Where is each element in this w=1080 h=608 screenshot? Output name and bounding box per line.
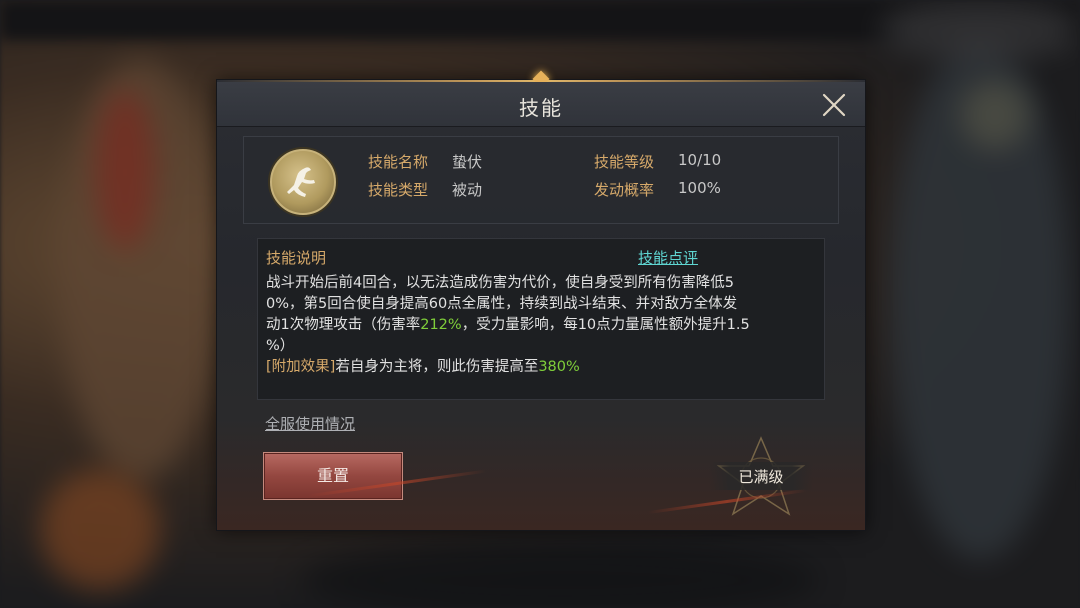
- skill-review-link[interactable]: 技能点评: [638, 247, 698, 268]
- server-usage-link[interactable]: 全服使用情况: [265, 413, 355, 434]
- close-icon[interactable]: [821, 92, 847, 118]
- skill-info-card: 技能名称 蛰伏 技能类型 被动 技能等级 10/10 发动概率 100%: [243, 136, 839, 224]
- skill-type-label: 技能类型: [368, 181, 429, 199]
- description-text-span: 动1次物理攻击（伤害率: [266, 317, 421, 333]
- trigger-chance-label: 发动概率: [594, 181, 655, 199]
- description-text-span: ，受力量影响，每10点力量属性额外提升1.5: [461, 317, 750, 333]
- extra-effect-text: 若自身为主将，则此伤害提高至: [335, 359, 539, 375]
- extra-effect-line: [附加效果]若自身为主将，则此伤害提高至380%: [266, 357, 818, 378]
- description-line: %）: [266, 338, 295, 354]
- description-line: 战斗开始后前4回合，以无法造成伤害为代价，使自身受到所有伤害降低5: [266, 275, 734, 291]
- dialog-header: 技能: [217, 82, 865, 127]
- max-level-badge: 已满级: [709, 436, 813, 516]
- description-title: 技能说明: [266, 249, 327, 267]
- skill-name-label: 技能名称: [368, 153, 429, 171]
- trigger-chance-value: 100%: [678, 179, 721, 197]
- extra-damage-value: 380%: [538, 359, 580, 375]
- crouching-figure-icon: [270, 149, 336, 215]
- skill-description-box: 技能说明 技能点评 战斗开始后前4回合，以无法造成伤害为代价，使自身受到所有伤害…: [257, 238, 825, 400]
- skill-type-value: 被动: [452, 181, 483, 199]
- skill-level-label: 技能等级: [594, 153, 655, 171]
- extra-effect-tag: [附加效果]: [266, 359, 336, 375]
- dialog-title: 技能: [519, 96, 563, 120]
- skill-name-value: 蛰伏: [452, 153, 483, 171]
- description-line: 动1次物理攻击（伤害率212%，受力量影响，每10点力量属性额外提升1.5: [266, 315, 818, 336]
- damage-rate-value: 212%: [420, 317, 462, 333]
- description-line: 0%，第5回合使自身提高60点全属性，持续到战斗结束、并对敌方全体发: [266, 296, 738, 312]
- max-level-label: 已满级: [738, 468, 784, 486]
- skill-level-value: 10/10: [678, 151, 722, 169]
- description-text: 战斗开始后前4回合，以无法造成伤害为代价，使自身受到所有伤害降低5 0%，第5回…: [266, 273, 818, 378]
- skill-dialog: 技能 技能名称 蛰伏 技能类型 被动 技能等级 10/10 发动概率 100% …: [216, 70, 866, 531]
